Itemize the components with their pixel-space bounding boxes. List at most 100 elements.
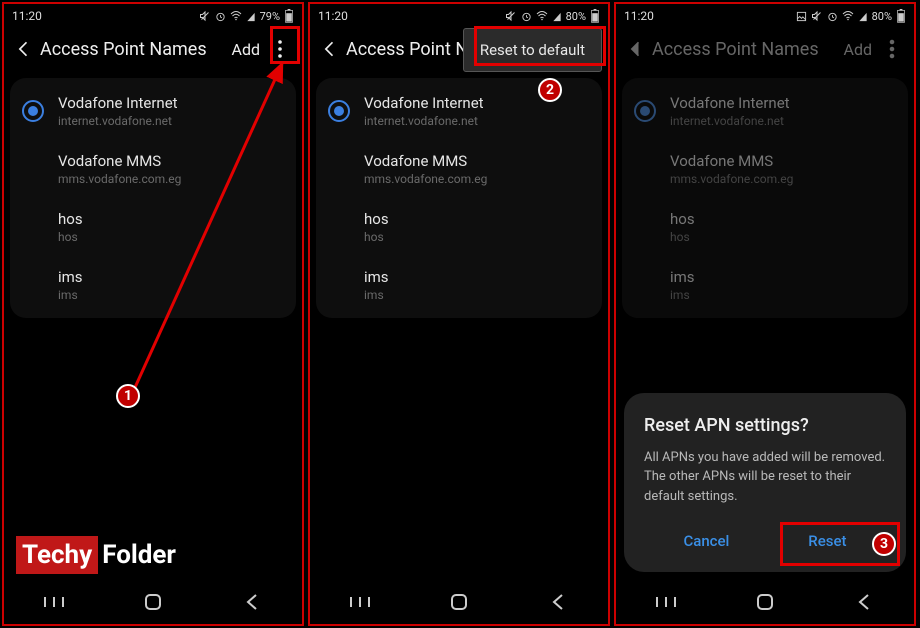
dialog-reset-button[interactable]: Reset (784, 524, 870, 558)
home-icon (144, 593, 162, 611)
apn-sub: hos (58, 230, 83, 244)
image-icon (796, 11, 807, 22)
apn-row-vodafone-mms[interactable]: Vodafone MMS mms.vodafone.com.eg (316, 140, 602, 198)
apn-sub: ims (670, 288, 695, 302)
mute-icon (811, 10, 823, 22)
nav-back[interactable] (222, 587, 282, 617)
add-button[interactable]: Add (226, 40, 266, 59)
apn-name: Vodafone Internet (364, 94, 484, 112)
recents-icon (349, 595, 371, 609)
back-icon (245, 593, 259, 611)
screenshot-step-3: 11:20 80% Access Point Names Add (614, 2, 916, 626)
logo-part-2: Folder (98, 536, 180, 574)
apn-sub: internet.vodafone.net (364, 114, 484, 128)
battery-icon (284, 9, 294, 23)
screenshot-step-2: 11:20 80% Access Point Names Vodafone In… (308, 2, 610, 626)
radio-selected[interactable] (328, 100, 350, 122)
page-title: Access Point Names (652, 39, 838, 60)
status-time: 11:20 (624, 9, 654, 23)
app-bar: Access Point Names Add (4, 28, 302, 70)
nav-back[interactable] (834, 587, 894, 617)
apn-row-ims: ims ims (622, 256, 908, 314)
apn-sub: hos (364, 230, 389, 244)
apn-name: Vodafone MMS (670, 152, 793, 170)
apn-row-vodafone-internet[interactable]: Vodafone Internet internet.vodafone.net (316, 82, 602, 140)
apn-row-hos[interactable]: hos hos (316, 198, 602, 256)
nav-recents[interactable] (636, 587, 696, 617)
menu-item-reset-default[interactable]: Reset to default (480, 41, 585, 59)
recents-icon (655, 595, 677, 609)
wifi-icon (230, 11, 242, 21)
apn-row-vodafone-internet[interactable]: Vodafone Internet internet.vodafone.net (10, 82, 296, 140)
apn-sub: ims (58, 288, 83, 302)
apn-row-hos[interactable]: hoshos (10, 198, 296, 256)
battery-percent: 79% (260, 10, 280, 23)
signal-icon (552, 11, 562, 22)
more-options-button[interactable] (266, 32, 294, 66)
apn-row-hos: hos hos (622, 198, 908, 256)
mute-icon (505, 10, 517, 22)
apn-name: hos (670, 210, 695, 228)
apn-sub: internet.vodafone.net (58, 114, 178, 128)
home-icon (756, 593, 774, 611)
watermark-logo: TechyFolder (16, 536, 180, 574)
apn-name: Vodafone MMS (364, 152, 487, 170)
apn-sub: mms.vodafone.com.eg (670, 172, 793, 186)
back-button[interactable] (314, 33, 346, 65)
battery-icon (896, 9, 906, 23)
nav-home[interactable] (429, 587, 489, 617)
logo-part-1: Techy (16, 536, 98, 574)
screenshot-step-1: 11:20 79% Access Point Names Add (2, 2, 304, 626)
wifi-icon (842, 11, 854, 21)
back-icon (551, 593, 565, 611)
apn-list: Vodafone Internet internet.vodafone.net V… (622, 78, 908, 318)
apn-sub: hos (670, 230, 695, 244)
status-time: 11:20 (12, 9, 42, 23)
wifi-icon (536, 11, 548, 21)
back-button (620, 33, 652, 65)
apn-name: ims (670, 268, 695, 286)
status-bar: 11:20 80% (310, 4, 608, 28)
app-bar: Access Point Names Add (616, 28, 914, 70)
back-icon (857, 593, 871, 611)
back-button[interactable] (8, 33, 40, 65)
nav-recents[interactable] (24, 587, 84, 617)
more-options-button (878, 32, 906, 66)
nav-home[interactable] (123, 587, 183, 617)
radio-selected[interactable] (22, 100, 44, 122)
apn-row-vodafone-internet: Vodafone Internet internet.vodafone.net (622, 82, 908, 140)
dialog-title: Reset APN settings? (644, 415, 886, 436)
nav-recents[interactable] (330, 587, 390, 617)
apn-row-ims[interactable]: imsims (316, 256, 602, 314)
apn-sub: mms.vodafone.com.eg (58, 172, 181, 186)
apn-list: Vodafone Internet internet.vodafone.net V… (10, 78, 296, 318)
nav-bar (4, 580, 302, 624)
nav-back[interactable] (528, 587, 588, 617)
battery-icon (590, 9, 600, 23)
battery-percent: 80% (872, 10, 892, 23)
apn-row-vodafone-mms: Vodafone MMS mms.vodafone.com.eg (622, 140, 908, 198)
alarm-icon (521, 11, 532, 22)
nav-bar (310, 580, 608, 624)
chevron-left-icon (320, 39, 340, 59)
apn-row-vodafone-mms[interactable]: Vodafone MMS mms.vodafone.com.eg (10, 140, 296, 198)
radio-selected (634, 100, 656, 122)
apn-sub: internet.vodafone.net (670, 114, 790, 128)
status-icons: 79% (199, 9, 294, 23)
nav-home[interactable] (735, 587, 795, 617)
dialog-body: All APNs you have added will be removed.… (644, 448, 886, 507)
dialog-cancel-button[interactable]: Cancel (659, 524, 753, 558)
apn-row-ims[interactable]: ims ims (10, 256, 296, 314)
apn-name: hos (364, 210, 389, 228)
apn-name: ims (58, 268, 83, 286)
apn-name: Vodafone Internet (58, 94, 178, 112)
page-title: Access Point Names (40, 39, 226, 60)
battery-percent: 80% (566, 10, 586, 23)
apn-name: Vodafone Internet (670, 94, 790, 112)
chevron-left-icon (14, 39, 34, 59)
apn-name: Vodafone MMS (58, 152, 181, 170)
more-vert-icon (884, 39, 900, 59)
apn-sub: mms.vodafone.com.eg (364, 172, 487, 186)
alarm-icon (215, 11, 226, 22)
signal-icon (246, 11, 256, 22)
